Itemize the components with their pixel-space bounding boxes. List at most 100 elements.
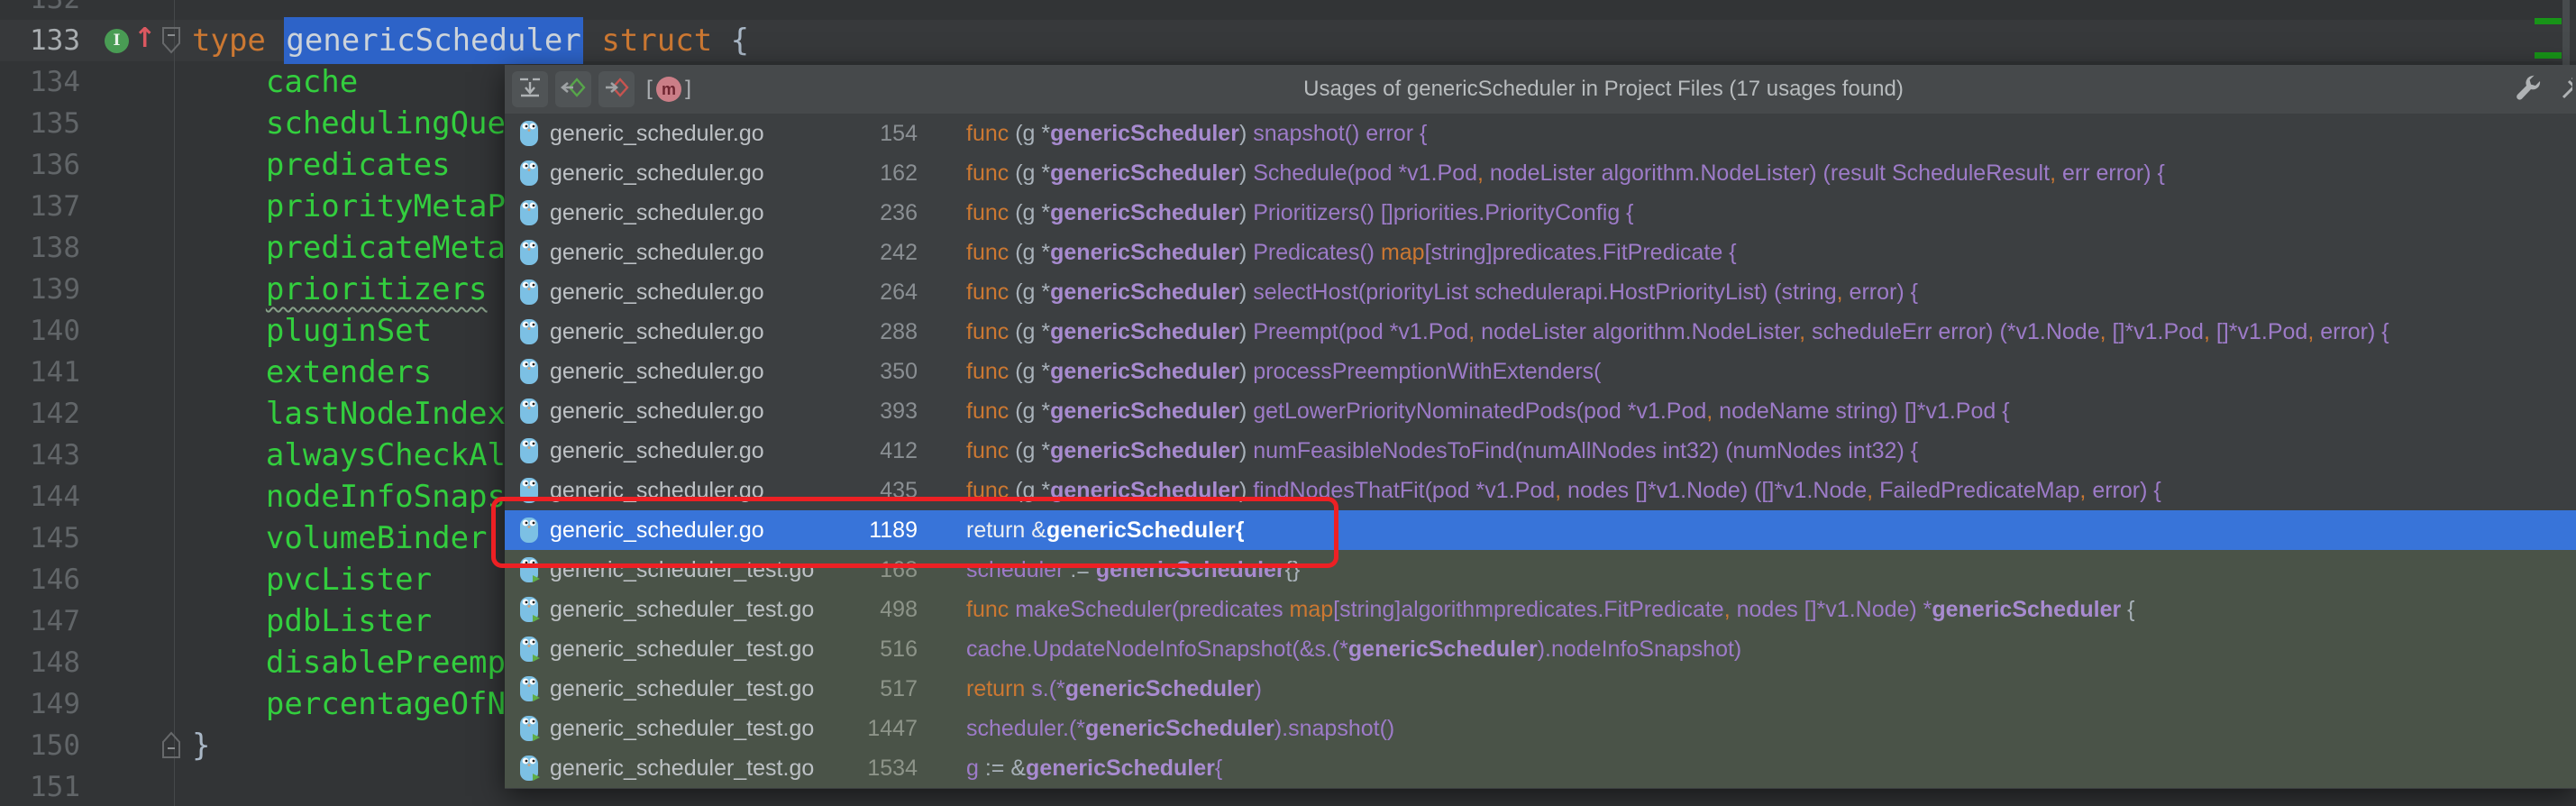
line-number[interactable]: 143 [30,435,80,476]
usage-row[interactable]: generic_scheduler_test.go516cache.Update… [505,629,2576,669]
popup-header-actions [2513,72,2572,107]
usage-row[interactable]: generic_scheduler_test.go498func makeSch… [505,590,2576,629]
usage-code-preview: func (g *genericScheduler) numFeasibleNo… [966,438,1918,464]
code-token: ).snapshot() [1274,716,1394,741]
line-number[interactable]: 148 [30,642,80,683]
code-token: , [2100,319,2106,344]
code-token: genericScheduler [1050,279,1239,305]
line-number[interactable]: 139 [30,269,80,310]
editor-gutter: 142 [0,393,175,435]
code-token: genericScheduler [1050,240,1239,265]
line-number[interactable]: 151 [30,766,80,806]
line-number[interactable]: 150 [30,725,80,766]
usage-code-preview: scheduler.(*genericScheduler).snapshot() [966,716,1394,742]
editor-line[interactable]: 133I↑type genericScheduler struct { [0,20,2576,61]
code-line-text: volumeBinder [192,517,488,559]
line-number[interactable]: 145 [30,517,80,559]
line-number[interactable]: 149 [30,683,80,725]
merge-usages-button[interactable]: [m] [644,71,694,107]
write-access-toggle-button[interactable] [598,71,635,107]
wrench-icon[interactable] [2513,72,2544,107]
code-token: ) [1239,200,1253,225]
code-token: func [966,398,1009,424]
code-token: { [712,23,749,59]
go-gopher-icon [518,397,542,426]
merge-usages-letter: m [656,77,681,102]
line-number[interactable]: 144 [30,476,80,517]
code-line-text: pvcLister [192,559,432,600]
go-gopher-test-icon [518,714,542,743]
usage-row[interactable]: generic_scheduler.go264func (g *genericS… [505,272,2576,312]
usage-row[interactable]: generic_scheduler.go435func (g *genericS… [505,471,2576,510]
line-number[interactable]: 146 [30,559,80,600]
code-line-text: extenders [192,352,432,393]
line-number[interactable]: 135 [30,103,80,144]
code-line-text: pluginSet [192,310,432,352]
go-gopher-test-icon [518,555,542,584]
usage-row[interactable]: generic_scheduler_test.go1534g := &gener… [505,748,2576,788]
editor-gutter: 140 [0,310,175,352]
stripe-mark-green[interactable] [2535,52,2562,59]
code-token: genericScheduler [1050,319,1239,344]
open-in-find-window-button[interactable] [512,71,548,107]
code-token: lastNodeIndex [192,396,506,432]
line-number[interactable]: 133 [30,20,80,61]
code-token: ) [1239,478,1253,503]
go-gopher-icon [518,516,542,545]
code-token: []*v1.Pod [2210,319,2307,344]
read-access-toggle-button[interactable] [555,71,591,107]
code-token: func [966,319,1009,344]
usages-popup-header: [m] Usages of genericScheduler in Projec… [505,65,2576,114]
code-token: ) [1239,160,1253,186]
navigate-up-icon[interactable]: ↑ [133,23,156,54]
stripe-mark-green[interactable] [2535,18,2562,24]
line-number[interactable]: 138 [30,227,80,269]
go-gopher-icon [518,159,542,188]
code-token: map [1290,597,1334,622]
go-gopher-icon [518,317,542,346]
editor-gutter: 137 [0,186,175,227]
usage-row[interactable]: generic_scheduler.go162func (g *genericS… [505,153,2576,193]
usage-row[interactable]: generic_scheduler.go393func (g *genericS… [505,391,2576,431]
implemented-icon[interactable]: I [105,29,129,53]
usage-row[interactable]: generic_scheduler.go236func (g *genericS… [505,193,2576,233]
usage-code-preview: cache.UpdateNodeInfoSnapshot(&s.(*generi… [966,637,1741,663]
line-number[interactable]: 140 [30,310,80,352]
usage-row[interactable]: generic_scheduler.go350func (g *genericS… [505,352,2576,391]
code-token: (g * [1009,319,1050,344]
code-token: pvcLister [192,562,432,598]
code-token: { [1215,756,1222,781]
code-token: (g * [1009,240,1050,265]
usage-row[interactable]: generic_scheduler.go154func (g *genericS… [505,114,2576,153]
usage-row[interactable]: generic_scheduler.go1189return &genericS… [505,510,2576,550]
line-number[interactable]: 142 [30,393,80,435]
editor-gutter: 136 [0,144,175,186]
code-token: genericScheduler{ [1046,517,1245,543]
code-token: func [966,121,1009,146]
usage-line-number: 168 [858,557,918,583]
find-usages-popup: [m] Usages of genericScheduler in Projec… [505,65,2576,789]
editor-scrollbar[interactable] [2562,0,2570,65]
go-gopher-icon [518,119,542,148]
usage-row[interactable]: generic_scheduler_test.go517return s.(*g… [505,669,2576,709]
usage-row[interactable]: generic_scheduler_test.go168scheduler :=… [505,550,2576,590]
line-number[interactable]: 136 [30,144,80,186]
fold-region-icon[interactable] [160,731,182,764]
go-gopher-icon [518,278,542,307]
fold-region-icon[interactable] [160,26,182,59]
code-token: Prioritizers() []priorities.PriorityConf… [1253,200,1633,225]
usage-row[interactable]: generic_scheduler.go242func (g *genericS… [505,233,2576,272]
pin-icon[interactable] [2560,74,2572,105]
line-number[interactable]: 141 [30,352,80,393]
line-number[interactable]: 132 [30,0,80,20]
code-token: pluginSet [192,313,432,349]
line-number[interactable]: 134 [30,61,80,103]
usage-line-number: 154 [858,121,918,147]
code-line-text: pdbLister [192,600,432,642]
line-number[interactable]: 137 [30,186,80,227]
usage-row[interactable]: generic_scheduler_test.go1447scheduler.(… [505,709,2576,748]
usage-row[interactable]: generic_scheduler.go412func (g *genericS… [505,431,2576,471]
usage-row[interactable]: generic_scheduler.go288func (g *genericS… [505,312,2576,352]
line-number[interactable]: 147 [30,600,80,642]
editor-gutter: 145 [0,517,175,559]
